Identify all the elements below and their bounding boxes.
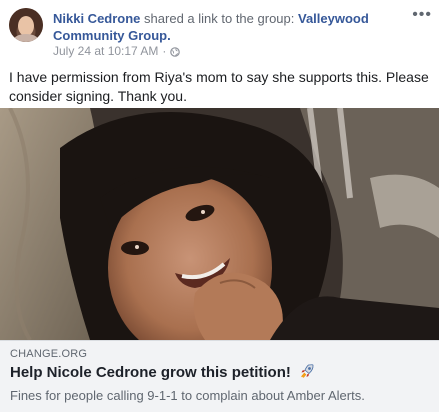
author-name[interactable]: Nikki Cedrone — [53, 11, 140, 26]
meta-separator: · — [162, 44, 167, 58]
post-meta: July 24 at 10:17 AM · — [53, 44, 181, 58]
avatar[interactable] — [9, 8, 43, 42]
post-header-line: Nikki Cedrone shared a link to the group… — [53, 10, 403, 44]
shared-link-image[interactable] — [0, 108, 439, 340]
globe-icon[interactable] — [170, 46, 181, 57]
more-options-icon[interactable]: ••• — [412, 7, 432, 23]
link-title-text: Help Nicole Cedrone grow this petition! — [10, 364, 291, 381]
post-body: I have permission from Riya's mom to say… — [9, 69, 429, 104]
link-title[interactable]: Help Nicole Cedrone grow this petition! — [10, 363, 315, 383]
action-text: shared a link to the group: — [144, 11, 295, 26]
link-preview-card[interactable]: CHANGE.ORG Help Nicole Cedrone grow this… — [0, 340, 439, 412]
link-domain: CHANGE.ORG — [10, 348, 88, 360]
rocket-icon — [299, 363, 315, 379]
timestamp[interactable]: July 24 at 10:17 AM — [53, 44, 158, 58]
post-header: Nikki Cedrone shared a link to the group… — [0, 0, 439, 62]
link-description: Fines for people calling 9-1-1 to compla… — [10, 388, 365, 403]
